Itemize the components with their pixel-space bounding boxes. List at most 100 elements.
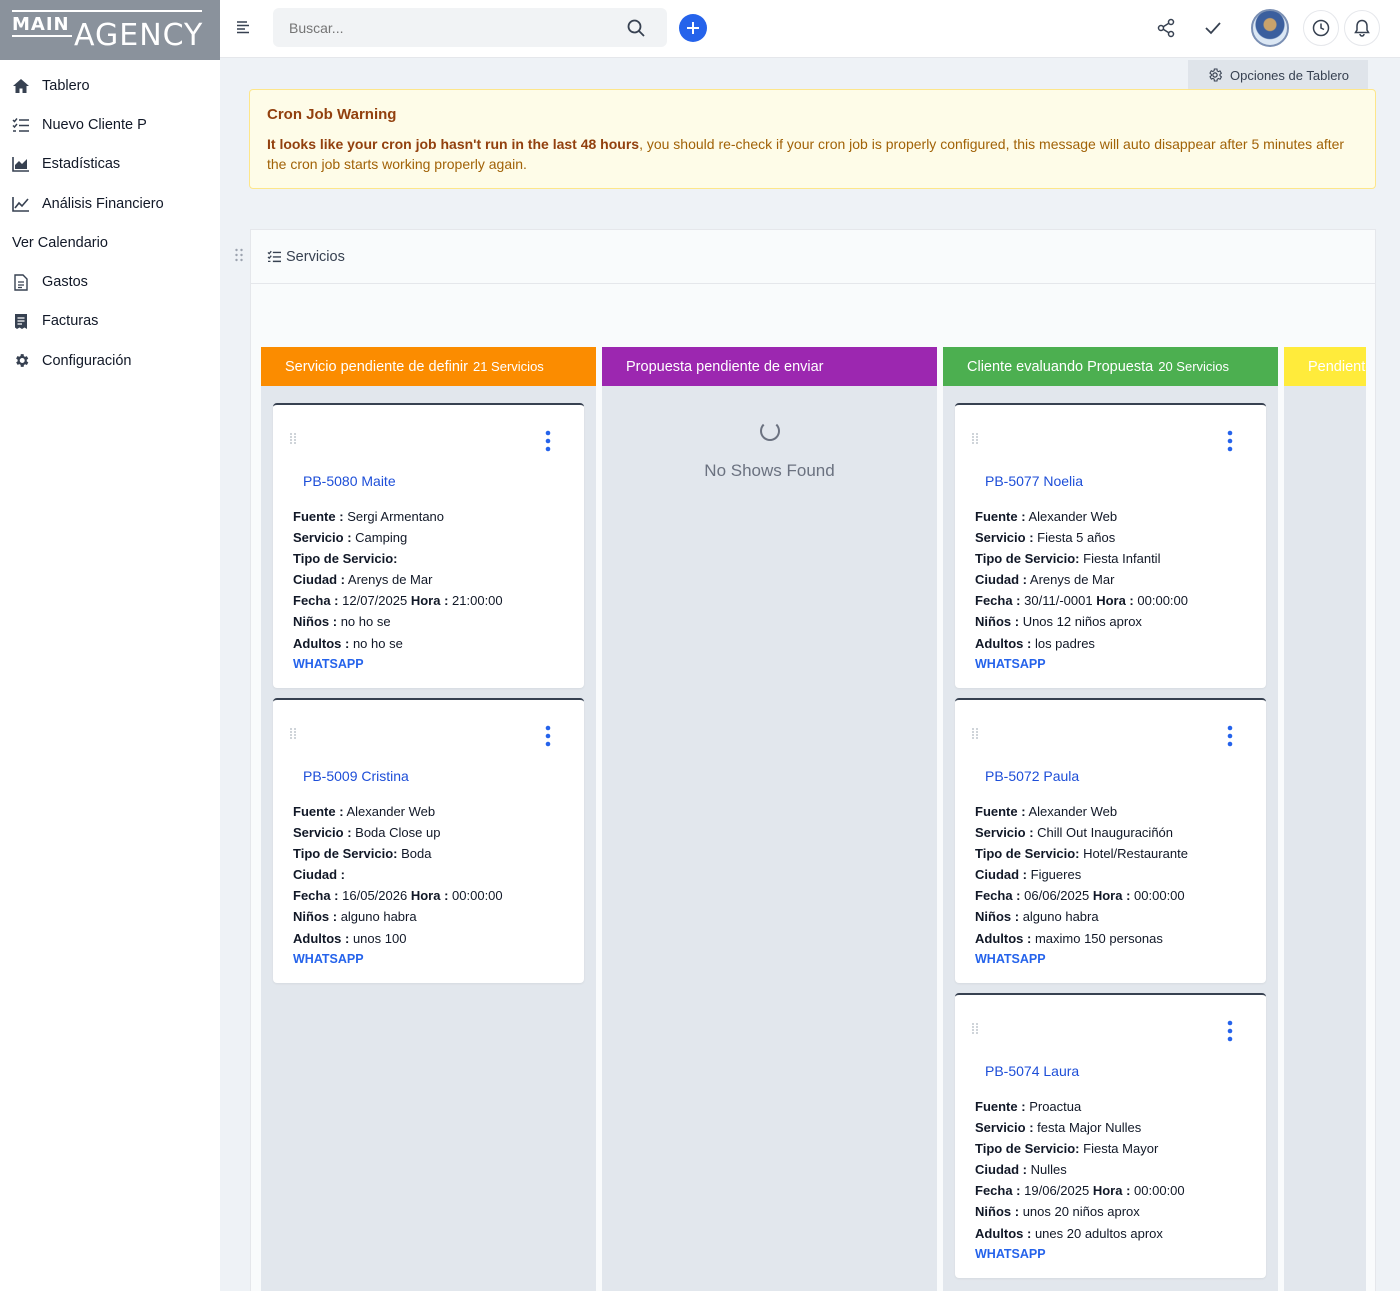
sidebar-item-facturas[interactable]: Facturas [0,302,220,341]
card-fields: Fuente : Alexander Web Servicio : Fiesta … [975,506,1188,675]
drag-handle-icon[interactable] [971,1022,979,1036]
widget-header: Servicios [251,230,1375,284]
kanban-column: Pendiente [1284,347,1366,1291]
card-reference-link[interactable]: PB-5077 Noelia [985,473,1083,489]
drag-handle-icon[interactable] [971,432,979,446]
column-title: Propuesta pendiente de enviar [626,358,824,375]
card-fields: Fuente : Alexander Web Servicio : Chill O… [975,801,1188,970]
checklist-icon [12,116,30,134]
service-card[interactable]: PB-5009 Cristina Fuente : Alexander Web Se… [273,698,584,983]
column-count: 21 Servicios [472,359,544,374]
field-ninos: Niños : alguno habra [975,909,1099,925]
card-menu-icon[interactable] [1226,429,1234,453]
whatsapp-link[interactable]: WHATSAPP [975,654,1188,675]
widget-drag-handle-icon[interactable] [234,248,244,262]
field-adultos: Adultos : unes 20 adultos aprox [975,1225,1163,1241]
sidebar-item-estadisticas[interactable]: Estadísticas [0,145,220,184]
service-card[interactable]: PB-5077 Noelia Fuente : Alexander Web Serv… [955,403,1266,688]
logo-mark: MAIN AGENCY [12,6,202,54]
sidebar-item-nuevo-cliente[interactable]: Nuevo Cliente P [0,105,220,144]
card-menu-icon[interactable] [544,724,552,748]
field-tipo: Tipo de Servicio: Boda [293,846,432,862]
card-menu-icon[interactable] [1226,1019,1234,1043]
whatsapp-link[interactable]: WHATSAPP [293,949,503,970]
kanban-column: Propuesta pendiente de enviar No Shows Fo… [602,347,937,1291]
kanban-board: Servicio pendiente de definir 21 Servicio… [261,347,1366,1291]
field-ciudad: Ciudad : Nulles [975,1162,1067,1178]
sidebar-item-gastos[interactable]: Gastos [0,262,220,301]
card-fields: Fuente : Sergi Armentano Servicio : Campi… [293,506,503,675]
search-icon[interactable] [626,18,646,38]
field-ciudad: Ciudad : Figueres [975,867,1082,883]
field-ninos: Niños : no ho se [293,614,391,630]
field-fecha: Fecha : 06/06/2025 Hora : 00:00:00 [975,888,1185,904]
drag-handle-icon[interactable] [289,432,297,446]
dashboard-options-button[interactable]: Opciones de Tablero [1188,60,1368,90]
card-reference-link[interactable]: PB-5074 Laura [985,1063,1079,1079]
field-servicio: Servicio : Boda Close up [293,825,441,841]
field-servicio: Servicio : Fiesta 5 años [975,530,1116,546]
cron-warning-alert: Cron Job Warning It looks like your cron… [249,89,1376,189]
field-fecha: Fecha : 16/05/2026 Hora : 00:00:00 [293,888,503,904]
column-header[interactable]: Pendiente [1284,347,1366,386]
line-chart-icon [12,195,30,213]
sidebar-item-configuracion[interactable]: Configuración [0,341,220,380]
column-title: Cliente evaluando Propuesta [967,358,1154,375]
card-reference-link[interactable]: PB-5072 Paula [985,768,1079,784]
service-card[interactable]: PB-5080 Maite Fuente : Sergi Armentano Ser… [273,403,584,688]
whatsapp-link[interactable]: WHATSAPP [975,949,1188,970]
card-reference-link[interactable]: PB-5009 Cristina [303,768,409,784]
servicios-widget: Servicios Servicio pendiente de definir 2… [250,229,1376,1291]
bell-icon [1354,19,1370,37]
column-header[interactable]: Servicio pendiente de definir 21 Servicio… [261,347,596,386]
sidebar-item-tablero[interactable]: Tablero [0,66,220,105]
whatsapp-link[interactable]: WHATSAPP [975,1244,1185,1265]
add-button[interactable] [679,14,707,42]
checklist-icon [267,250,281,263]
warning-message: It looks like your cron job hasn't run i… [267,136,1345,172]
card-menu-icon[interactable] [544,429,552,453]
field-ninos: Niños : unos 20 niños aprox [975,1204,1140,1220]
check-icon[interactable] [1201,16,1225,40]
whatsapp-link[interactable]: WHATSAPP [293,654,503,675]
field-servicio: Servicio : Chill Out Inauguraciñón [975,825,1174,841]
field-adultos: Adultos : maximo 150 personas [975,930,1163,946]
column-header[interactable]: Cliente evaluando Propuesta 20 Servicios [943,347,1278,386]
sidebar-item-label: Nuevo Cliente P [42,116,147,133]
service-card[interactable]: PB-5074 Laura Fuente : Proactua Servicio :… [955,993,1266,1278]
empty-message: No Shows Found [704,461,835,480]
sidebar-item-label: Facturas [42,313,99,330]
timer-button[interactable] [1303,10,1339,46]
field-ciudad: Ciudad : Arenys de Mar [975,572,1115,588]
field-tipo: Tipo de Servicio: Fiesta Infantil [975,551,1161,567]
dashboard-options-label: Opciones de Tablero [1229,67,1349,83]
field-fuente: Fuente : Sergi Armentano [293,509,445,524]
card-reference-link[interactable]: PB-5080 Maite [303,473,396,489]
card-menu-icon[interactable] [1226,724,1234,748]
search-input[interactable] [273,8,667,47]
field-ciudad: Ciudad : [293,867,345,883]
sidebar-item-ver-calendario[interactable]: Ver Calendario [0,223,220,262]
menu-toggle-icon[interactable] [236,20,250,34]
drag-handle-icon[interactable] [971,727,979,741]
field-servicio: Servicio : festa Major Nulles [975,1120,1142,1136]
column-header[interactable]: Propuesta pendiente de enviar [602,347,937,386]
drag-handle-icon[interactable] [289,727,297,741]
field-tipo: Tipo de Servicio: Hotel/Restaurante [975,846,1188,862]
share-icon[interactable] [1154,16,1178,40]
notifications-button[interactable] [1344,10,1380,46]
brand-logo[interactable]: MAIN AGENCY [0,0,220,60]
sidebar-item-analisis-financiero[interactable]: Análisis Financiero [0,184,220,223]
avatar[interactable] [1251,9,1289,47]
field-servicio: Servicio : Camping [293,530,408,546]
field-fecha: Fecha : 12/07/2025 Hora : 21:00:00 [293,593,503,609]
field-fuente: Fuente : Proactua [975,1099,1082,1114]
service-card[interactable]: PB-5072 Paula Fuente : Alexander Web Servi… [955,698,1266,983]
field-fuente: Fuente : Alexander Web [293,804,436,819]
field-fuente: Fuente : Alexander Web [975,804,1118,819]
clock-icon [1312,19,1330,37]
sidebar-item-label: Estadísticas [42,156,121,173]
field-fecha: Fecha : 19/06/2025 Hora : 00:00:00 [975,1183,1185,1199]
field-tipo: Tipo de Servicio: [293,551,398,567]
top-bar [220,0,1400,58]
